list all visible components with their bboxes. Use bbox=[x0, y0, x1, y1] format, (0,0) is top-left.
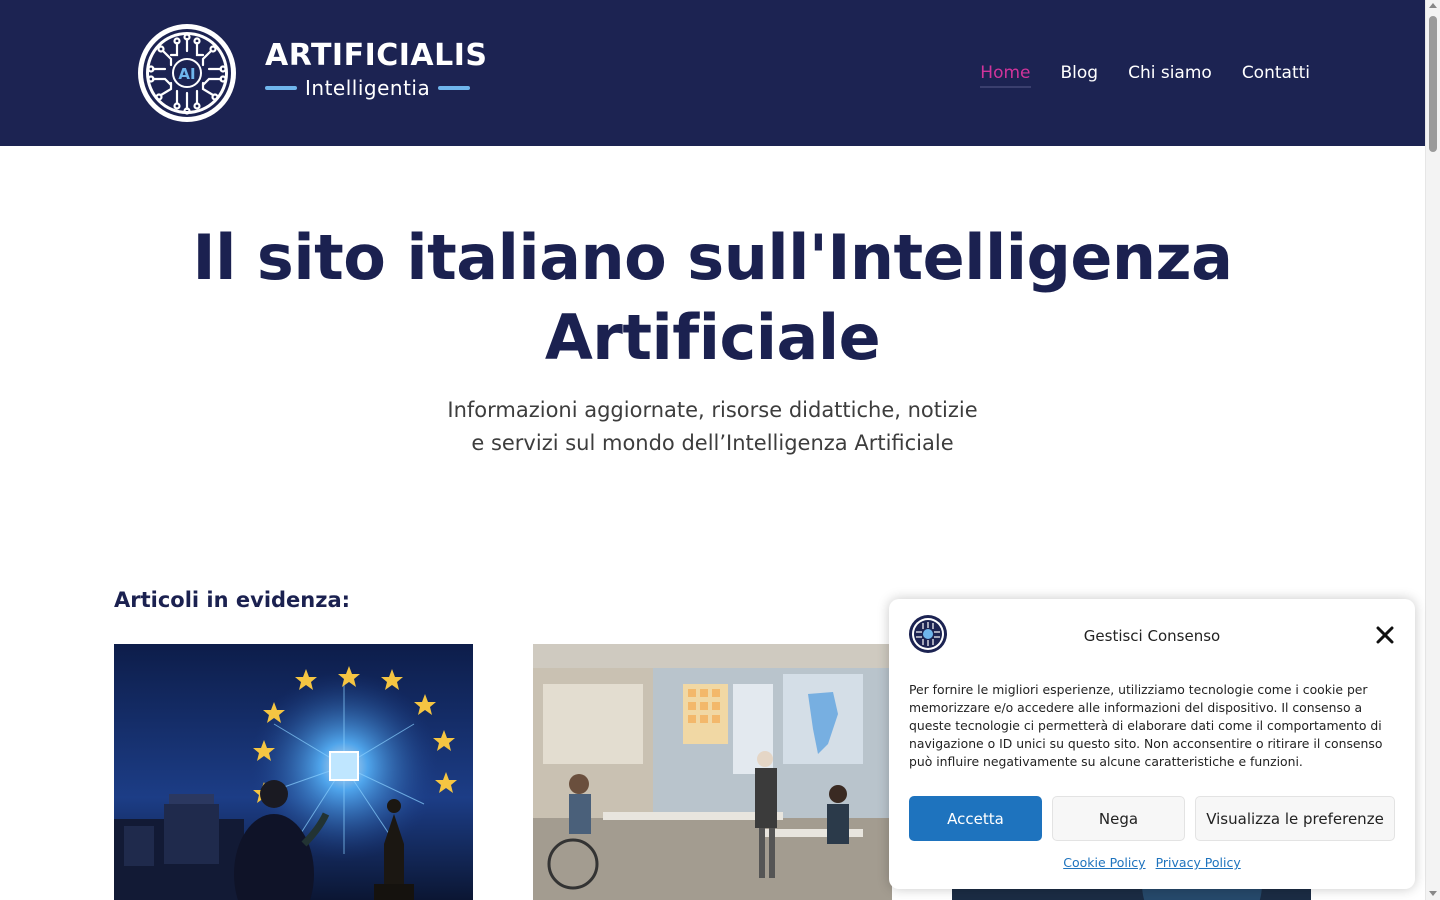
logo-subtitle-row: Intelligentia bbox=[265, 76, 495, 100]
deny-button[interactable]: Nega bbox=[1052, 796, 1185, 841]
logo-dash-left bbox=[265, 86, 297, 90]
scroll-down-icon[interactable] bbox=[1429, 891, 1437, 896]
site-header: AI ARTIFICIALIS Intelligentia Home Blog … bbox=[0, 0, 1425, 146]
cookie-dialog-title: Gestisci Consenso bbox=[1083, 627, 1221, 645]
hero-title-line2: Artificiale bbox=[544, 301, 881, 374]
accept-button[interactable]: Accetta bbox=[909, 796, 1042, 841]
hero-title: Il sito italiano sull'Intelligenza Artif… bbox=[100, 218, 1325, 378]
logo-subtitle: Intelligentia bbox=[305, 76, 431, 100]
featured-articles-title: Articoli in evidenza: bbox=[114, 588, 351, 612]
cookie-consent-dialog: Gestisci Consenso Per fornire le miglior… bbox=[889, 599, 1415, 889]
close-icon[interactable] bbox=[1375, 625, 1395, 645]
nav-chi-siamo[interactable]: Chi siamo bbox=[1128, 60, 1212, 88]
page-scrollbar[interactable] bbox=[1425, 0, 1440, 900]
scroll-thumb[interactable] bbox=[1429, 16, 1437, 152]
site-logo[interactable]: ARTIFICIALIS Intelligentia bbox=[265, 38, 495, 100]
cookie-policy-link[interactable]: Cookie Policy bbox=[1063, 855, 1145, 870]
cookie-links: Cookie Policy Privacy Policy bbox=[889, 855, 1415, 870]
nav-home[interactable]: Home bbox=[980, 60, 1031, 88]
nav-contatti[interactable]: Contatti bbox=[1242, 60, 1310, 88]
hero-subtitle-line2: e servizi sul mondo dell’Intelligenza Ar… bbox=[471, 431, 954, 455]
hero-title-line1: Il sito italiano sull'Intelligenza bbox=[192, 221, 1233, 294]
hero-subtitle: Informazioni aggiornate, risorse didatti… bbox=[300, 394, 1125, 460]
cookie-dialog-text: Per fornire le migliori esperienze, util… bbox=[909, 682, 1383, 769]
site-logo-icon[interactable]: AI bbox=[135, 21, 239, 125]
main-nav: Home Blog Chi siamo Contatti bbox=[980, 60, 1310, 88]
featured-article-image-1[interactable] bbox=[114, 644, 473, 900]
logo-dash-right bbox=[438, 86, 471, 90]
logo-title: ARTIFICIALIS bbox=[265, 38, 488, 73]
privacy-policy-link[interactable]: Privacy Policy bbox=[1156, 855, 1241, 870]
logo-mark-text: AI bbox=[178, 65, 195, 83]
hero-subtitle-line1: Informazioni aggiornate, risorse didatti… bbox=[447, 398, 978, 422]
view-preferences-button[interactable]: Visualizza le preferenze bbox=[1195, 796, 1395, 841]
nav-blog[interactable]: Blog bbox=[1061, 60, 1099, 88]
featured-article-image-2[interactable] bbox=[533, 644, 892, 900]
scroll-up-icon[interactable] bbox=[1429, 3, 1437, 8]
